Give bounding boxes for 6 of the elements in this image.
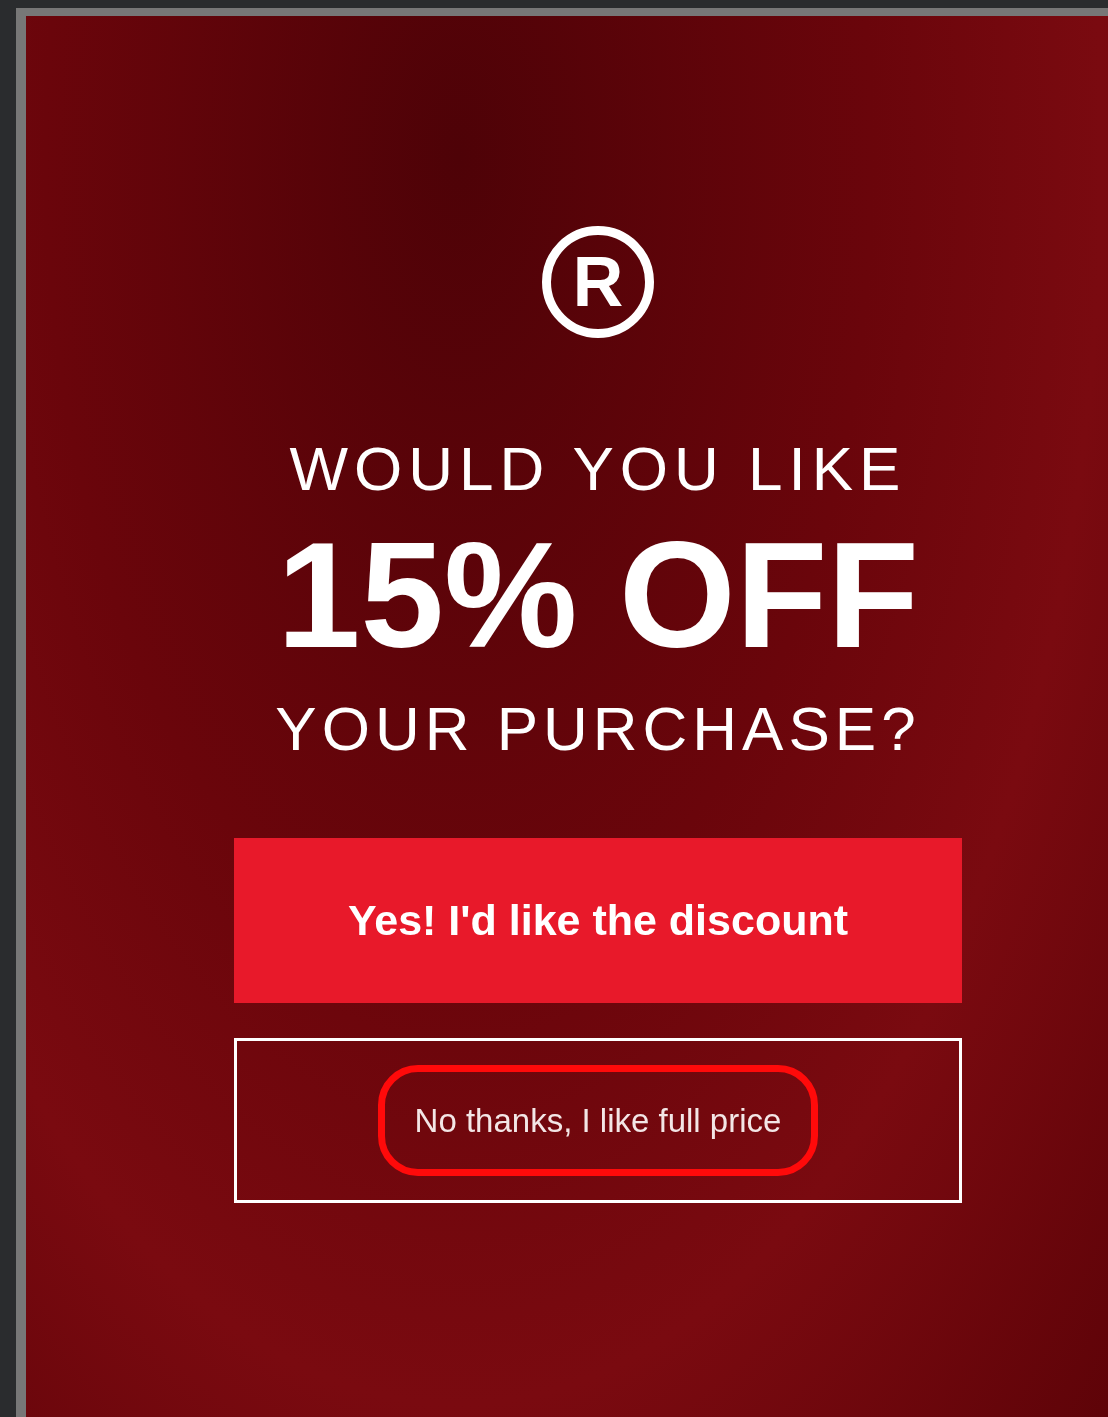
accept-button[interactable]: Yes! I'd like the discount (234, 838, 962, 1003)
offer-headline: 15% OFF (277, 520, 919, 670)
headline-bottom: YOUR PURCHASE? (275, 698, 921, 760)
headline-top: WOULD YOU LIKE (289, 438, 907, 500)
decline-link[interactable]: No thanks, I like full price (377, 1064, 819, 1177)
logo-icon: R (542, 226, 654, 338)
